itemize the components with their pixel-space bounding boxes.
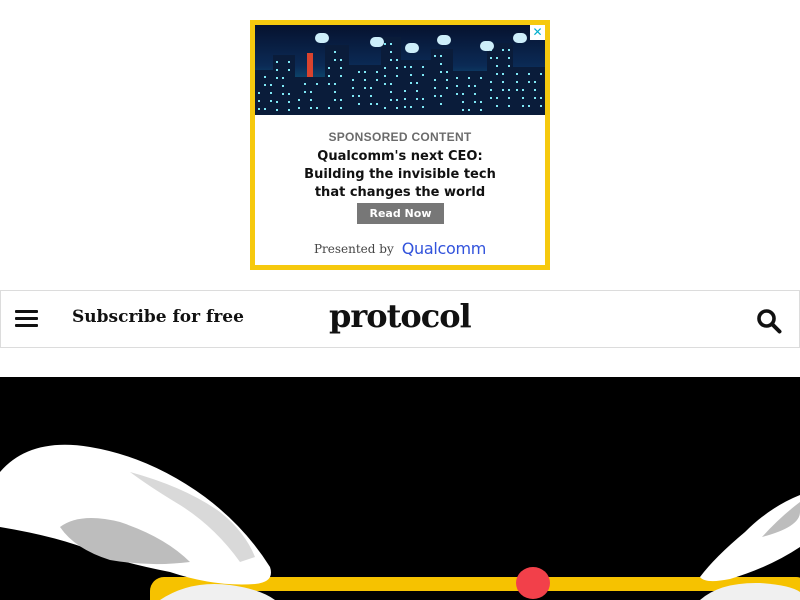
cloud-icon [437,35,451,45]
building-graphic [273,55,295,115]
ad-city-image[interactable] [255,25,545,115]
building-graphic [513,67,545,115]
ad-close-icon[interactable]: ✕ [530,25,545,40]
subscribe-link[interactable]: Subscribe for free [72,307,244,327]
building-graphic [487,43,513,115]
hands-holding-device-illustration [0,444,800,600]
cloud-icon [370,37,384,47]
hamburger-menu-icon[interactable] [15,310,38,328]
ad-footer: Presented by Qualcomm [255,239,545,258]
building-graphic [453,71,487,115]
site-header: Subscribe for free protocol [0,290,800,348]
protocol-logo[interactable]: protocol [329,297,472,335]
building-graphic [295,77,325,115]
cloud-icon [315,33,329,43]
ad-headline[interactable]: Qualcomm's next CEO: Building the invisi… [255,148,545,202]
hero-illustration[interactable] [0,377,800,600]
cloud-icon [513,33,527,43]
sponsored-ad[interactable]: ✕ SPONSORED CONTENT Qualcomm's next CEO:… [250,20,550,270]
qualcomm-logo[interactable]: Qualcomm [402,239,487,258]
building-graphic [325,45,349,115]
ad-read-now-button[interactable]: Read Now [357,203,444,224]
building-graphic [381,37,401,115]
ad-headline-line: Qualcomm's next CEO: [317,149,483,164]
building-graphic [401,60,431,115]
ad-headline-line: Building the invisible tech [304,167,496,182]
building-graphic [431,49,453,115]
search-icon[interactable] [756,308,782,334]
ad-sponsored-label: SPONSORED CONTENT [328,130,472,144]
ad-headline-line: that changes the world [314,185,486,200]
cloud-icon [480,41,494,51]
cloud-icon [405,43,419,53]
building-graphic [349,65,381,115]
ad-presented-by: Presented by [313,242,394,256]
